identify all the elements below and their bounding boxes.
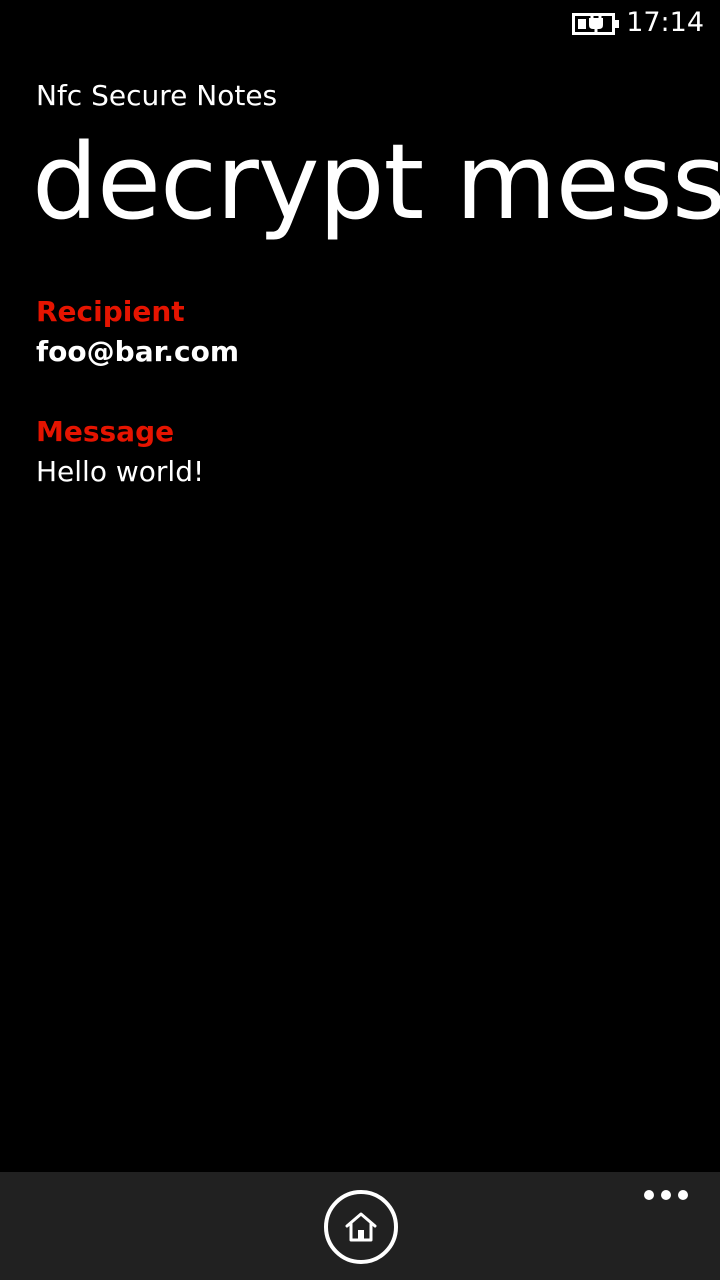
recipient-value: foo@bar.com — [36, 335, 240, 368]
more-options-button[interactable] — [636, 1182, 696, 1208]
ellipsis-dot — [678, 1190, 688, 1200]
message-label: Message — [36, 415, 175, 448]
status-time: 17:14 — [626, 7, 704, 38]
battery-charging-icon — [572, 13, 619, 35]
recipient-label: Recipient — [36, 295, 185, 328]
message-value: Hello world! — [36, 455, 205, 488]
ellipsis-dot — [644, 1190, 654, 1200]
ellipsis-dot — [661, 1190, 671, 1200]
app-bar — [0, 1172, 720, 1280]
app-title: Nfc Secure Notes — [36, 79, 278, 112]
home-button[interactable] — [324, 1190, 398, 1264]
page-title-container: decrypt message — [0, 120, 720, 250]
home-icon — [345, 1212, 377, 1242]
page-title: decrypt message — [32, 121, 720, 243]
status-bar: 17:14 — [0, 0, 720, 48]
